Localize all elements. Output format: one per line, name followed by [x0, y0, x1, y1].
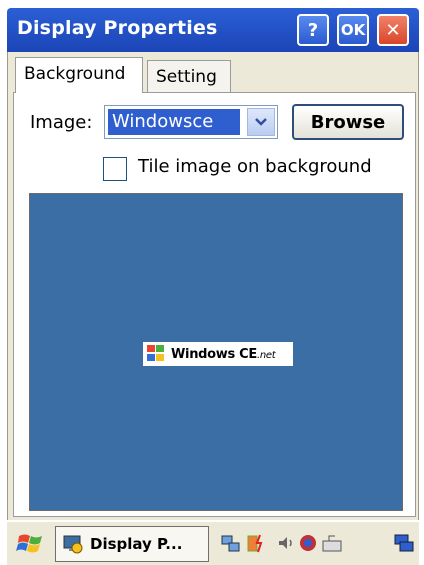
- ok-button[interactable]: OK: [337, 14, 369, 46]
- start-icon[interactable]: [15, 530, 47, 558]
- volume-icon[interactable]: [275, 532, 297, 554]
- logo-text: Windows CE: [171, 346, 257, 362]
- desktop-icon[interactable]: [393, 532, 415, 554]
- windows-ce-logo: Windows CE.net: [143, 342, 293, 366]
- display-properties-window: Display Properties ? OK ✕ Background Set…: [0, 0, 424, 565]
- help-button[interactable]: ?: [297, 14, 329, 46]
- image-select[interactable]: Windowsce: [104, 105, 278, 139]
- taskbar-item-display-properties[interactable]: Display P...: [55, 526, 209, 562]
- title-bar: Display Properties ? OK ✕: [7, 8, 419, 52]
- image-select-value: Windowsce: [108, 109, 240, 135]
- tab-background[interactable]: Background: [15, 57, 143, 93]
- windows-flag-icon: [147, 345, 167, 363]
- keyboard-icon[interactable]: [321, 532, 343, 554]
- window-title: Display Properties: [17, 17, 218, 39]
- network-icon[interactable]: [220, 532, 242, 554]
- close-button[interactable]: ✕: [377, 14, 409, 46]
- image-label: Image:: [30, 112, 93, 133]
- battery-icon[interactable]: [245, 532, 267, 554]
- taskbar: Display P...: [7, 521, 419, 565]
- background-preview: Windows CE.net: [29, 193, 403, 511]
- browse-button[interactable]: Browse: [292, 104, 404, 140]
- chevron-down-icon[interactable]: [247, 108, 275, 136]
- tile-image-label: Tile image on background: [138, 156, 372, 177]
- tile-image-checkbox[interactable]: [103, 157, 127, 181]
- taskbar-item-label: Display P...: [90, 535, 183, 553]
- tab-setting[interactable]: Setting: [147, 60, 231, 92]
- logo-suffix: .net: [256, 349, 276, 361]
- display-properties-icon: [62, 533, 84, 555]
- sync-icon[interactable]: [297, 532, 319, 554]
